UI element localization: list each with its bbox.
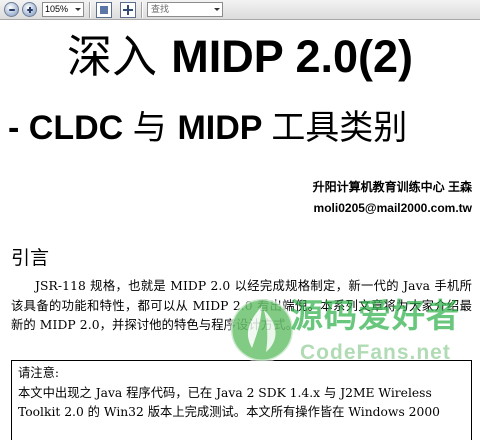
- fit-page-icon[interactable]: [96, 2, 112, 18]
- title-latin: MIDP 2.0(2): [171, 31, 414, 82]
- notice-line: Toolkit 2.0 的 Win32 版本上完成测试。本文所有操作皆在 Win…: [18, 405, 440, 419]
- toolbar-separator: [89, 2, 91, 18]
- document-title-line1: 深入 MIDP 2.0(2): [0, 28, 480, 86]
- fit-width-icon[interactable]: [120, 2, 136, 18]
- viewer-toolbar: 105% 查找: [0, 0, 480, 20]
- search-dropdown-chevron-icon[interactable]: [212, 3, 222, 16]
- toolbar-separator: [141, 2, 143, 18]
- notice-box: 请注意: 本文中出现之 Java 程序代码，已在 Java 2 SDK 1.4.…: [11, 360, 472, 440]
- author-org: 升阳计算机教育训练中心 王森: [312, 180, 472, 194]
- zoom-in-icon[interactable]: [22, 2, 37, 17]
- title2-latin: MIDP: [177, 109, 272, 147]
- notice-line: 本文中出现之 Java 程序代码，已在 Java 2 SDK 1.4.x 与 J…: [18, 385, 432, 400]
- document-page: 深入 MIDP 2.0(2) - CLDC 与 MIDP 工具类别 升阳计算机教…: [0, 20, 480, 440]
- title2-cn1: 与: [132, 108, 178, 148]
- intro-paragraph: JSR-118 规格，也就是 MIDP 2.0 以经完成规格制定，新一代的 Ja…: [11, 279, 472, 332]
- author-email: moli0205@mail2000.com.tw: [313, 201, 472, 215]
- title2-cn2: 工具类别: [271, 108, 408, 148]
- zoom-out-icon[interactable]: [4, 2, 19, 17]
- document-title-line2: - CLDC 与 MIDP 工具类别: [8, 106, 478, 150]
- title-cn: 深入: [66, 30, 172, 83]
- title2-prefix: - CLDC: [8, 109, 133, 147]
- section-heading: 引言: [11, 247, 50, 269]
- author-block: 升阳计算机教育训练中心 王森 moli0205@mail2000.com.tw: [313, 177, 472, 219]
- zoom-dropdown-chevron-icon[interactable]: [72, 3, 83, 16]
- notice-title: 请注意:: [18, 366, 60, 380]
